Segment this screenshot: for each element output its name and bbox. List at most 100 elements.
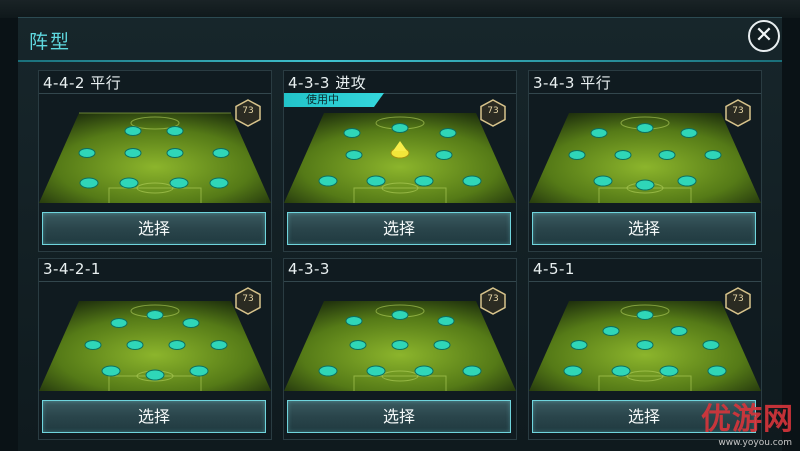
watermark-url: www.yoyou.com — [718, 438, 792, 448]
player-marker — [119, 177, 139, 189]
card-header: 4-3-3 进攻 — [284, 71, 516, 94]
player-marker — [124, 126, 142, 136]
player-marker — [704, 150, 722, 160]
card-header: 4-4-2 平行 — [39, 71, 271, 94]
player-marker — [435, 150, 453, 160]
player-marker — [659, 365, 679, 377]
formation-card-3-4-3-flat[interactable]: 3-4-3 平行 73 选择 — [528, 70, 762, 252]
formation-name: 3-4-2-1 — [43, 260, 101, 278]
formation-name: 4-4-2 平行 — [43, 74, 122, 92]
formation-card-4-3-3-attack[interactable]: 4-3-3 进攻 使用中 73 选择 — [283, 70, 517, 252]
rating-value: 73 — [242, 106, 254, 116]
card-header: 3-4-2-1 — [39, 259, 271, 282]
player-marker — [433, 340, 451, 350]
player-marker — [702, 340, 720, 350]
player-marker — [124, 148, 142, 158]
window-title: 阵型 — [29, 31, 72, 53]
player-marker — [563, 365, 583, 377]
formation-card-4-3-3[interactable]: 4-3-3 73 选择 — [283, 258, 517, 440]
rating-value: 73 — [732, 106, 744, 116]
select-button[interactable]: 选择 — [287, 212, 511, 245]
player-marker — [636, 340, 654, 350]
player-marker — [602, 326, 620, 336]
player-marker — [168, 340, 186, 350]
player-marker — [614, 150, 632, 160]
player-marker — [318, 175, 338, 187]
rating-value: 73 — [487, 294, 499, 304]
player-marker — [636, 310, 654, 320]
rating-badge: 73 — [235, 287, 261, 315]
rating-value: 73 — [242, 294, 254, 304]
player-marker — [680, 128, 698, 138]
player-marker — [78, 148, 96, 158]
card-header: 4-5-1 — [529, 259, 761, 282]
player-marker — [568, 150, 586, 160]
player-marker — [437, 316, 455, 326]
rating-badge: 73 — [480, 287, 506, 315]
rating-badge: 73 — [235, 99, 261, 127]
formation-name: 4-3-3 进攻 — [288, 74, 367, 92]
rating-value: 73 — [487, 106, 499, 116]
player-marker — [593, 175, 613, 187]
player-marker — [391, 340, 409, 350]
card-header: 3-4-3 平行 — [529, 71, 761, 94]
player-marker — [391, 310, 409, 320]
rating-value: 73 — [732, 294, 744, 304]
player-marker — [210, 340, 228, 350]
player-marker — [343, 128, 361, 138]
player-marker — [345, 316, 363, 326]
player-marker — [707, 365, 727, 377]
player-marker — [391, 123, 409, 133]
rating-badge: 73 — [725, 287, 751, 315]
card-header: 4-3-3 — [284, 259, 516, 282]
player-marker — [590, 128, 608, 138]
player-marker — [189, 365, 209, 377]
player-marker — [84, 340, 102, 350]
player-marker — [212, 148, 230, 158]
player-marker — [101, 365, 121, 377]
player-marker — [145, 369, 165, 381]
player-marker — [126, 340, 144, 350]
title-bar: 阵型 — [18, 18, 782, 62]
player-marker — [414, 175, 434, 187]
select-button[interactable]: 选择 — [532, 212, 756, 245]
player-marker — [462, 365, 482, 377]
select-button[interactable]: 选择 — [287, 400, 511, 433]
player-marker — [462, 175, 482, 187]
title-divider — [18, 60, 782, 62]
close-button[interactable]: ✕ — [748, 20, 780, 52]
player-marker — [366, 175, 386, 187]
player-marker — [318, 365, 338, 377]
in-use-tag: 使用中 — [284, 93, 384, 107]
formation-name: 4-3-3 — [288, 260, 330, 278]
formation-card-4-4-2-flat[interactable]: 4-4-2 平行 73 选择 — [38, 70, 272, 252]
player-marker — [166, 148, 184, 158]
player-marker — [79, 177, 99, 189]
player-marker — [345, 150, 363, 160]
select-button[interactable]: 选择 — [42, 400, 266, 433]
player-marker — [182, 318, 200, 328]
background-strip — [0, 0, 800, 18]
formation-window: 阵型 4-4-2 平行 73 选择 4-3-3 进攻 使用中 73 选择 3-4… — [18, 17, 782, 451]
player-marker — [570, 340, 588, 350]
player-marker — [439, 128, 457, 138]
player-marker — [635, 179, 655, 191]
formation-card-3-4-2-1[interactable]: 3-4-2-1 73 选择 — [38, 258, 272, 440]
rating-badge: 73 — [480, 99, 506, 127]
player-marker — [209, 177, 229, 189]
watermark-logo: 优游网 — [701, 402, 794, 437]
player-marker — [349, 340, 367, 350]
player-marker — [169, 177, 189, 189]
player-marker — [677, 175, 697, 187]
formation-name: 3-4-3 平行 — [533, 74, 612, 92]
select-button[interactable]: 选择 — [42, 212, 266, 245]
player-marker — [414, 365, 434, 377]
formation-name: 4-5-1 — [533, 260, 575, 278]
player-marker — [636, 123, 654, 133]
player-marker — [110, 318, 128, 328]
player-marker — [611, 365, 631, 377]
player-marker — [166, 126, 184, 136]
close-icon: ✕ — [754, 23, 774, 48]
rating-badge: 73 — [725, 99, 751, 127]
player-marker — [366, 365, 386, 377]
